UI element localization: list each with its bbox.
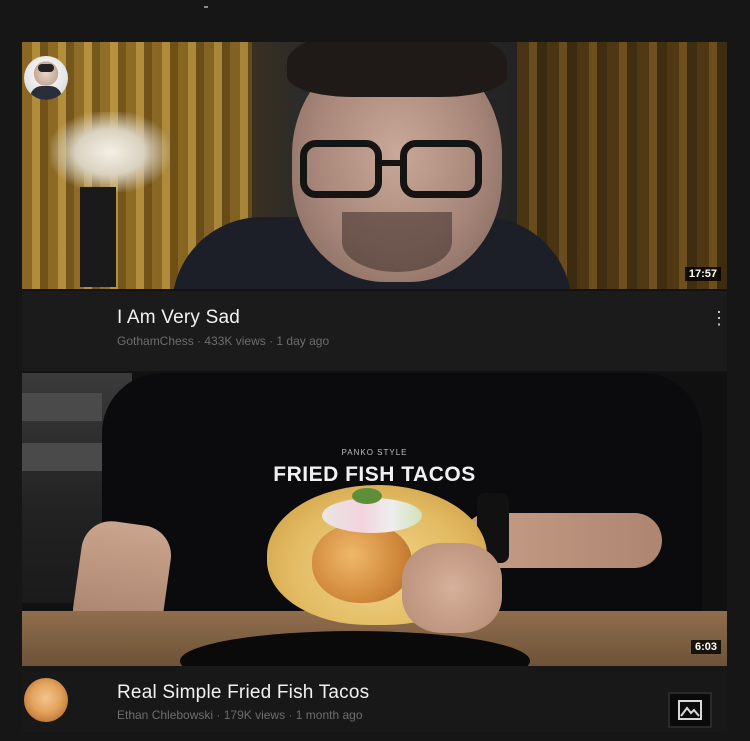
taco-greens [352,488,382,504]
duration-badge: 6:03 [690,640,721,654]
video-title[interactable]: Real Simple Fried Fish Tacos [117,682,369,704]
meta-separator: · [265,334,277,348]
presenter-hair [287,42,507,97]
glasses-bridge [380,160,402,166]
more-vert-icon[interactable]: ⋮ [710,309,728,327]
top-edge-mark [204,6,208,8]
video-title[interactable]: I Am Very Sad [117,307,240,329]
meta-separator: · [285,708,296,722]
meta-separator: · [213,708,224,722]
presenter-figure [172,42,572,289]
channel-name[interactable]: GothamChess [117,334,194,348]
avatar-shirt [30,86,62,100]
glasses-left-lens [300,140,382,198]
view-count: 179K views [223,708,286,722]
image-icon[interactable] [668,692,712,728]
video-feed: 17:57 I Am Very Sad GothamChess · 433K v… [22,42,728,732]
video-subtitle: GothamChess · 433K views · 1 day ago [117,334,329,348]
upload-age: 1 day ago [276,334,330,348]
upload-age: 1 month ago [295,708,363,722]
glasses-right-lens [400,140,482,198]
duration-badge: 17:57 [684,267,721,281]
view-count: 433K views [204,334,266,348]
channel-avatar[interactable] [24,678,68,722]
avatar-hair [38,64,54,72]
channel-avatar[interactable] [24,56,68,100]
channel-name[interactable]: Ethan Chlebowski [117,708,213,722]
meta-separator: · [193,334,205,348]
thumbnail-overline: PANKO STYLE [341,448,408,457]
fried-fish [312,523,412,603]
presenter-beard [342,212,452,272]
video-thumbnail-1[interactable]: 17:57 [22,42,727,289]
lamp-stand [80,187,116,287]
kitchen-shelf [22,393,102,421]
video-subtitle: Ethan Chlebowski · 179K views · 1 month … [117,708,363,722]
cook-hand [402,543,502,633]
video-meta-row-1 [22,291,727,371]
thumbnail-headline: FRIED FISH TACOS [273,463,476,486]
lamp-light [50,112,170,192]
video-thumbnail-2[interactable]: PANKO STYLE FRIED FISH TACOS 6:03 [22,373,727,666]
